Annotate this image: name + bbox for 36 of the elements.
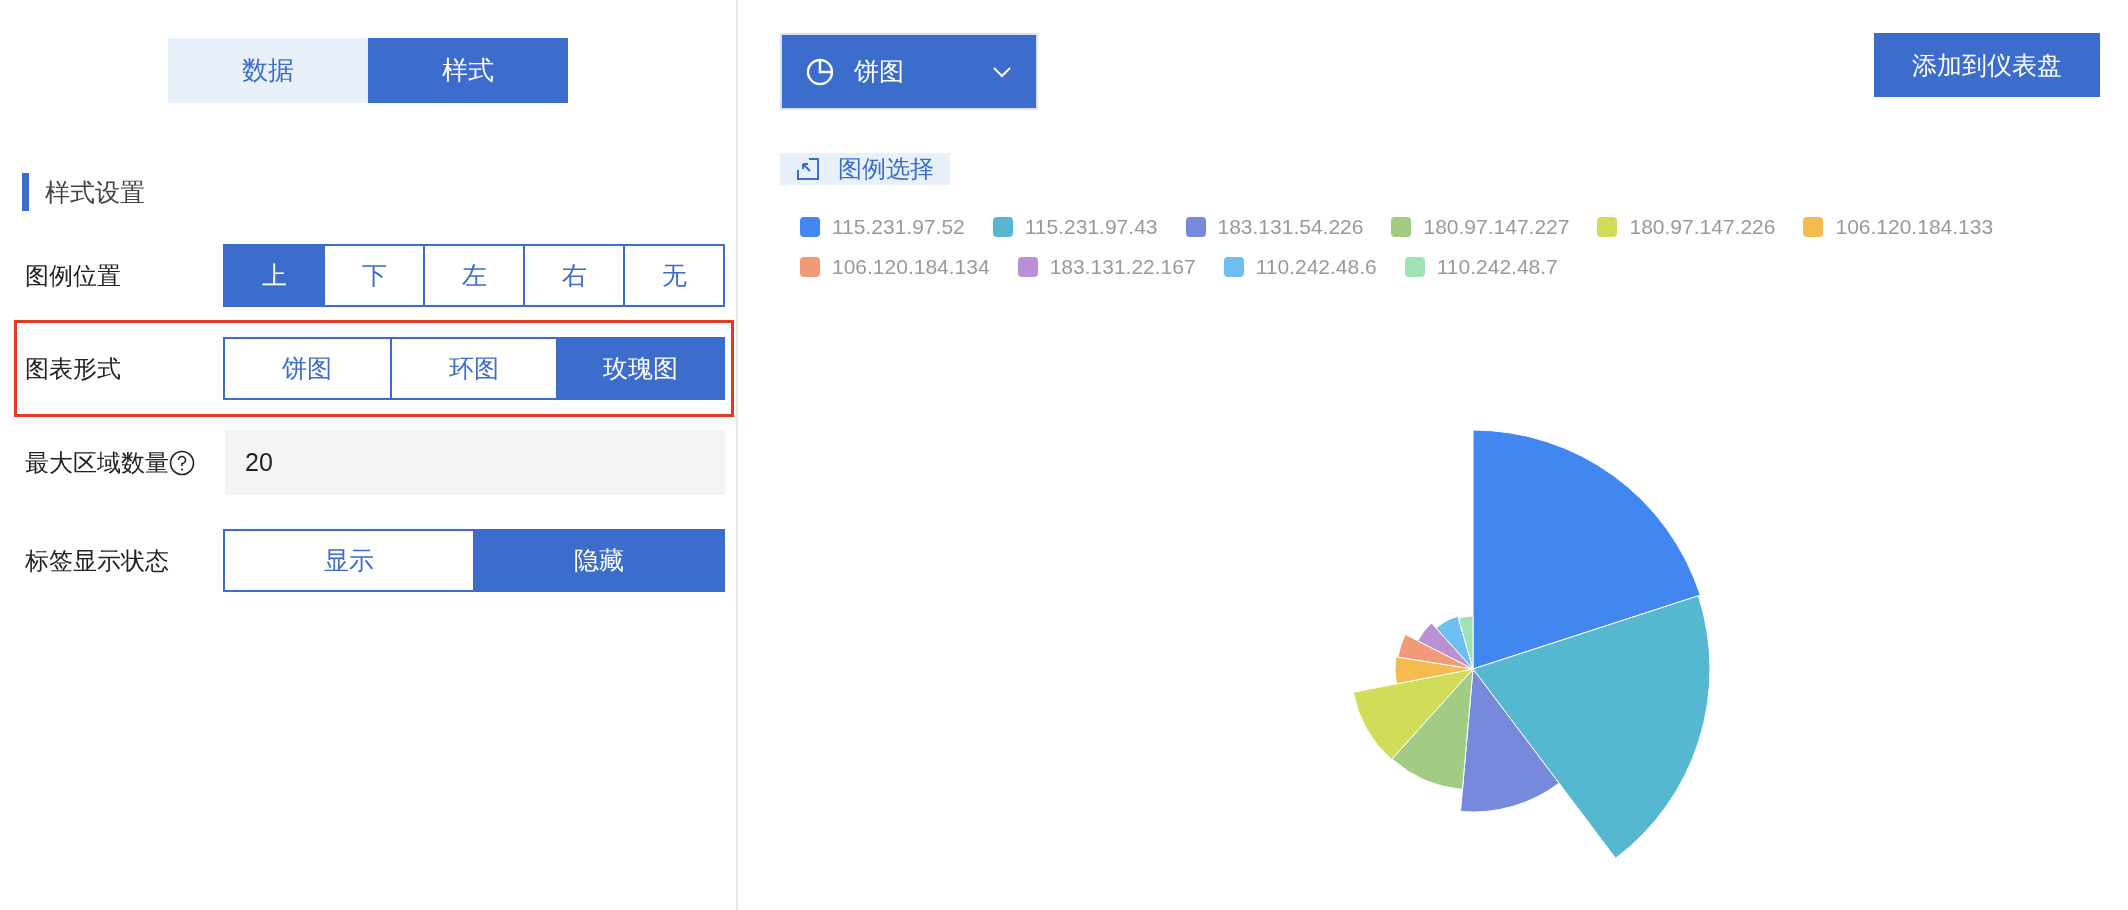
segment-option[interactable]: 显示 [223, 529, 475, 592]
section-title: 样式设置 [45, 176, 145, 208]
tab[interactable]: 数据 [168, 38, 368, 103]
segment-option[interactable]: 饼图 [223, 337, 392, 400]
section-marker [22, 173, 29, 211]
setting-label: 图例位置 [25, 260, 122, 291]
legend-label[interactable]: 115.231.97.52 [832, 215, 965, 239]
chart-type-dropdown[interactable]: 饼图 [780, 33, 1038, 110]
legend-label[interactable]: 106.120.184.133 [1835, 215, 1994, 239]
select-arrow-icon [796, 157, 820, 181]
legend-label[interactable]: 110.242.48.6 [1255, 255, 1377, 279]
segment-option[interactable]: 无 [623, 244, 725, 307]
legend-label[interactable]: 110.242.48.7 [1436, 255, 1558, 279]
segment-option[interactable]: 玫瑰图 [556, 337, 725, 400]
legend-select-button[interactable]: 图例选择 [780, 153, 950, 185]
legend-label[interactable]: 183.131.54.226 [1217, 215, 1364, 239]
add-to-dashboard-button[interactable]: 添加到仪表盘 [1874, 33, 2100, 97]
setting-label: 最大区域数量 [25, 447, 169, 478]
setting-label: 标签显示状态 [25, 545, 170, 576]
segment-option[interactable]: 下 [323, 244, 425, 307]
legend-label[interactable]: 180.97.147.226 [1629, 215, 1776, 239]
pie-chart-icon [806, 57, 834, 86]
legend-label[interactable]: 115.231.97.43 [1024, 215, 1158, 239]
segment-option[interactable]: 环图 [389, 337, 559, 400]
chevron-down-icon [992, 65, 1012, 78]
setting-label: 图表形式 [25, 353, 122, 384]
tab[interactable]: 样式 [368, 38, 568, 103]
segment-option[interactable]: 左 [423, 244, 525, 307]
legend-label[interactable]: 180.97.147.227 [1423, 215, 1570, 239]
segment-option[interactable]: 右 [523, 244, 625, 307]
legend-label[interactable]: 106.120.184.134 [832, 255, 990, 279]
input-field[interactable]: 20 [225, 430, 725, 495]
help-icon [169, 449, 195, 476]
segment-option[interactable]: 隐藏 [473, 529, 725, 592]
segment-option[interactable]: 上 [223, 244, 325, 307]
legend-label[interactable]: 183.131.22.167 [1049, 255, 1196, 279]
